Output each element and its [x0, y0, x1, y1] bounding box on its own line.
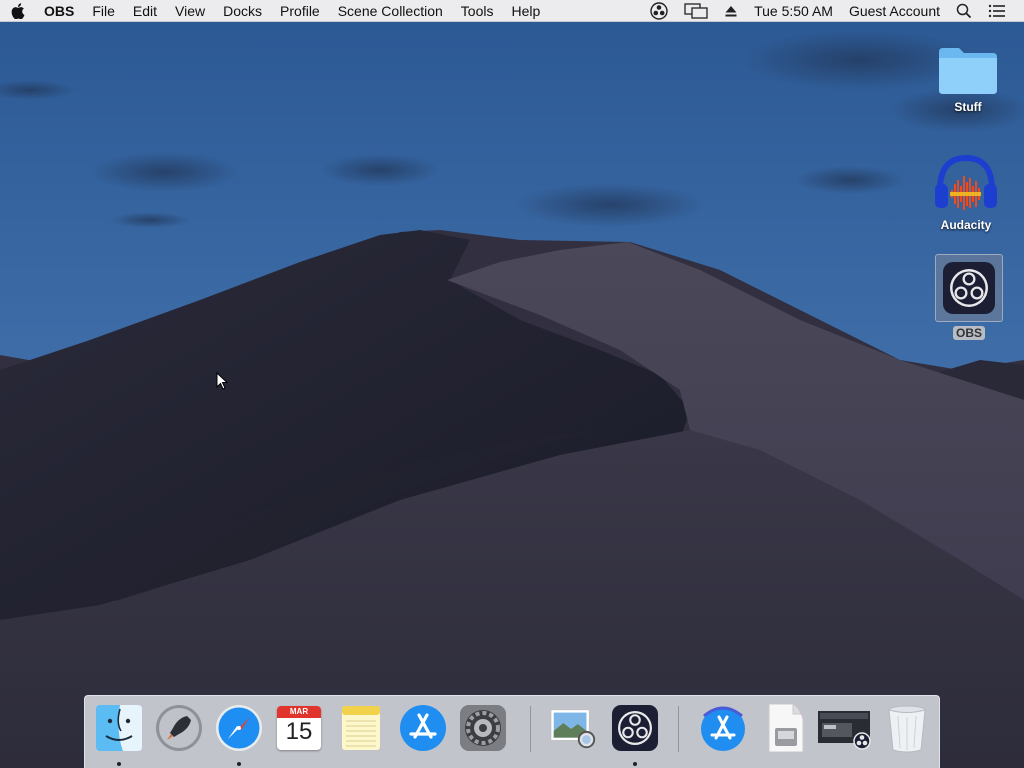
dock-item-safari[interactable]: [213, 702, 265, 754]
desktop-icon-label: Stuff: [954, 100, 982, 114]
calendar-icon: MAR 15: [275, 704, 323, 752]
dock-separator: [530, 706, 531, 752]
spotlight-search-icon[interactable]: [948, 0, 980, 22]
mouse-cursor-icon: [216, 372, 228, 390]
menu-tools[interactable]: Tools: [452, 0, 503, 22]
dock-item-app-store[interactable]: [397, 702, 449, 754]
dock-item-obs[interactable]: [609, 702, 661, 754]
menu-edit[interactable]: Edit: [124, 0, 166, 22]
preview-icon: [550, 709, 596, 749]
dock-item-app-store-download[interactable]: [697, 702, 749, 754]
dock-item-notes[interactable]: [335, 702, 387, 754]
desktop-icon-label: Audacity: [940, 218, 992, 232]
dock-item-obs-recording[interactable]: [815, 702, 875, 754]
menu-profile[interactable]: Profile: [271, 0, 329, 22]
menu-help[interactable]: Help: [502, 0, 549, 22]
dock-item-document[interactable]: [759, 702, 811, 754]
running-indicator: [117, 762, 121, 766]
app-store-icon: [400, 705, 446, 751]
menu-file[interactable]: File: [83, 0, 124, 22]
eject-icon[interactable]: [716, 0, 746, 22]
menu-docks[interactable]: Docks: [214, 0, 271, 22]
trash-icon: [888, 705, 926, 753]
safari-icon: [216, 705, 262, 751]
obs-status-icon[interactable]: [642, 0, 676, 22]
dock-item-calendar[interactable]: MAR 15: [273, 702, 325, 754]
dock-item-trash[interactable]: [881, 702, 933, 754]
desktop-icon-audacity[interactable]: Audacity: [926, 154, 1006, 232]
obs-icon: [612, 705, 658, 751]
calendar-day: 15: [285, 718, 313, 745]
menu-view[interactable]: View: [166, 0, 214, 22]
dock: MAR 15: [84, 695, 940, 768]
apple-menu-icon[interactable]: [0, 0, 36, 22]
document-icon: [768, 703, 804, 753]
folder-icon: [937, 44, 999, 96]
desktop-icon-stuff[interactable]: Stuff: [928, 44, 1008, 114]
notification-center-icon[interactable]: [980, 0, 1014, 22]
calendar-month: MAR: [289, 707, 309, 716]
dock-separator: [678, 706, 679, 752]
running-indicator: [633, 762, 637, 766]
dock-item-finder[interactable]: [93, 702, 145, 754]
dock-item-launchpad[interactable]: [153, 702, 205, 754]
running-indicator: [237, 762, 241, 766]
menu-scene-collection[interactable]: Scene Collection: [329, 0, 452, 22]
menu-bar: OBS File Edit View Docks Profile Scene C…: [0, 0, 1024, 22]
user-account-menu[interactable]: Guest Account: [841, 0, 948, 22]
system-preferences-icon: [460, 705, 506, 751]
app-store-download-icon: [701, 706, 745, 751]
launchpad-icon: [156, 705, 202, 751]
notes-icon: [342, 706, 380, 750]
dock-item-system-preferences[interactable]: [457, 702, 509, 754]
desktop-wallpaper: [0, 0, 1024, 768]
desktop-icon-obs[interactable]: OBS: [929, 254, 1009, 340]
display-mirroring-icon[interactable]: [676, 0, 716, 22]
dock-item-preview[interactable]: [547, 702, 599, 754]
desktop-icon-label: OBS: [952, 326, 985, 340]
obs-icon: [935, 254, 1003, 322]
audacity-icon: [932, 154, 1000, 214]
clock[interactable]: Tue 5:50 AM: [746, 0, 841, 22]
app-menu[interactable]: OBS: [36, 0, 83, 22]
recording-thumbnail-icon: [818, 711, 871, 750]
finder-icon: [96, 705, 142, 751]
